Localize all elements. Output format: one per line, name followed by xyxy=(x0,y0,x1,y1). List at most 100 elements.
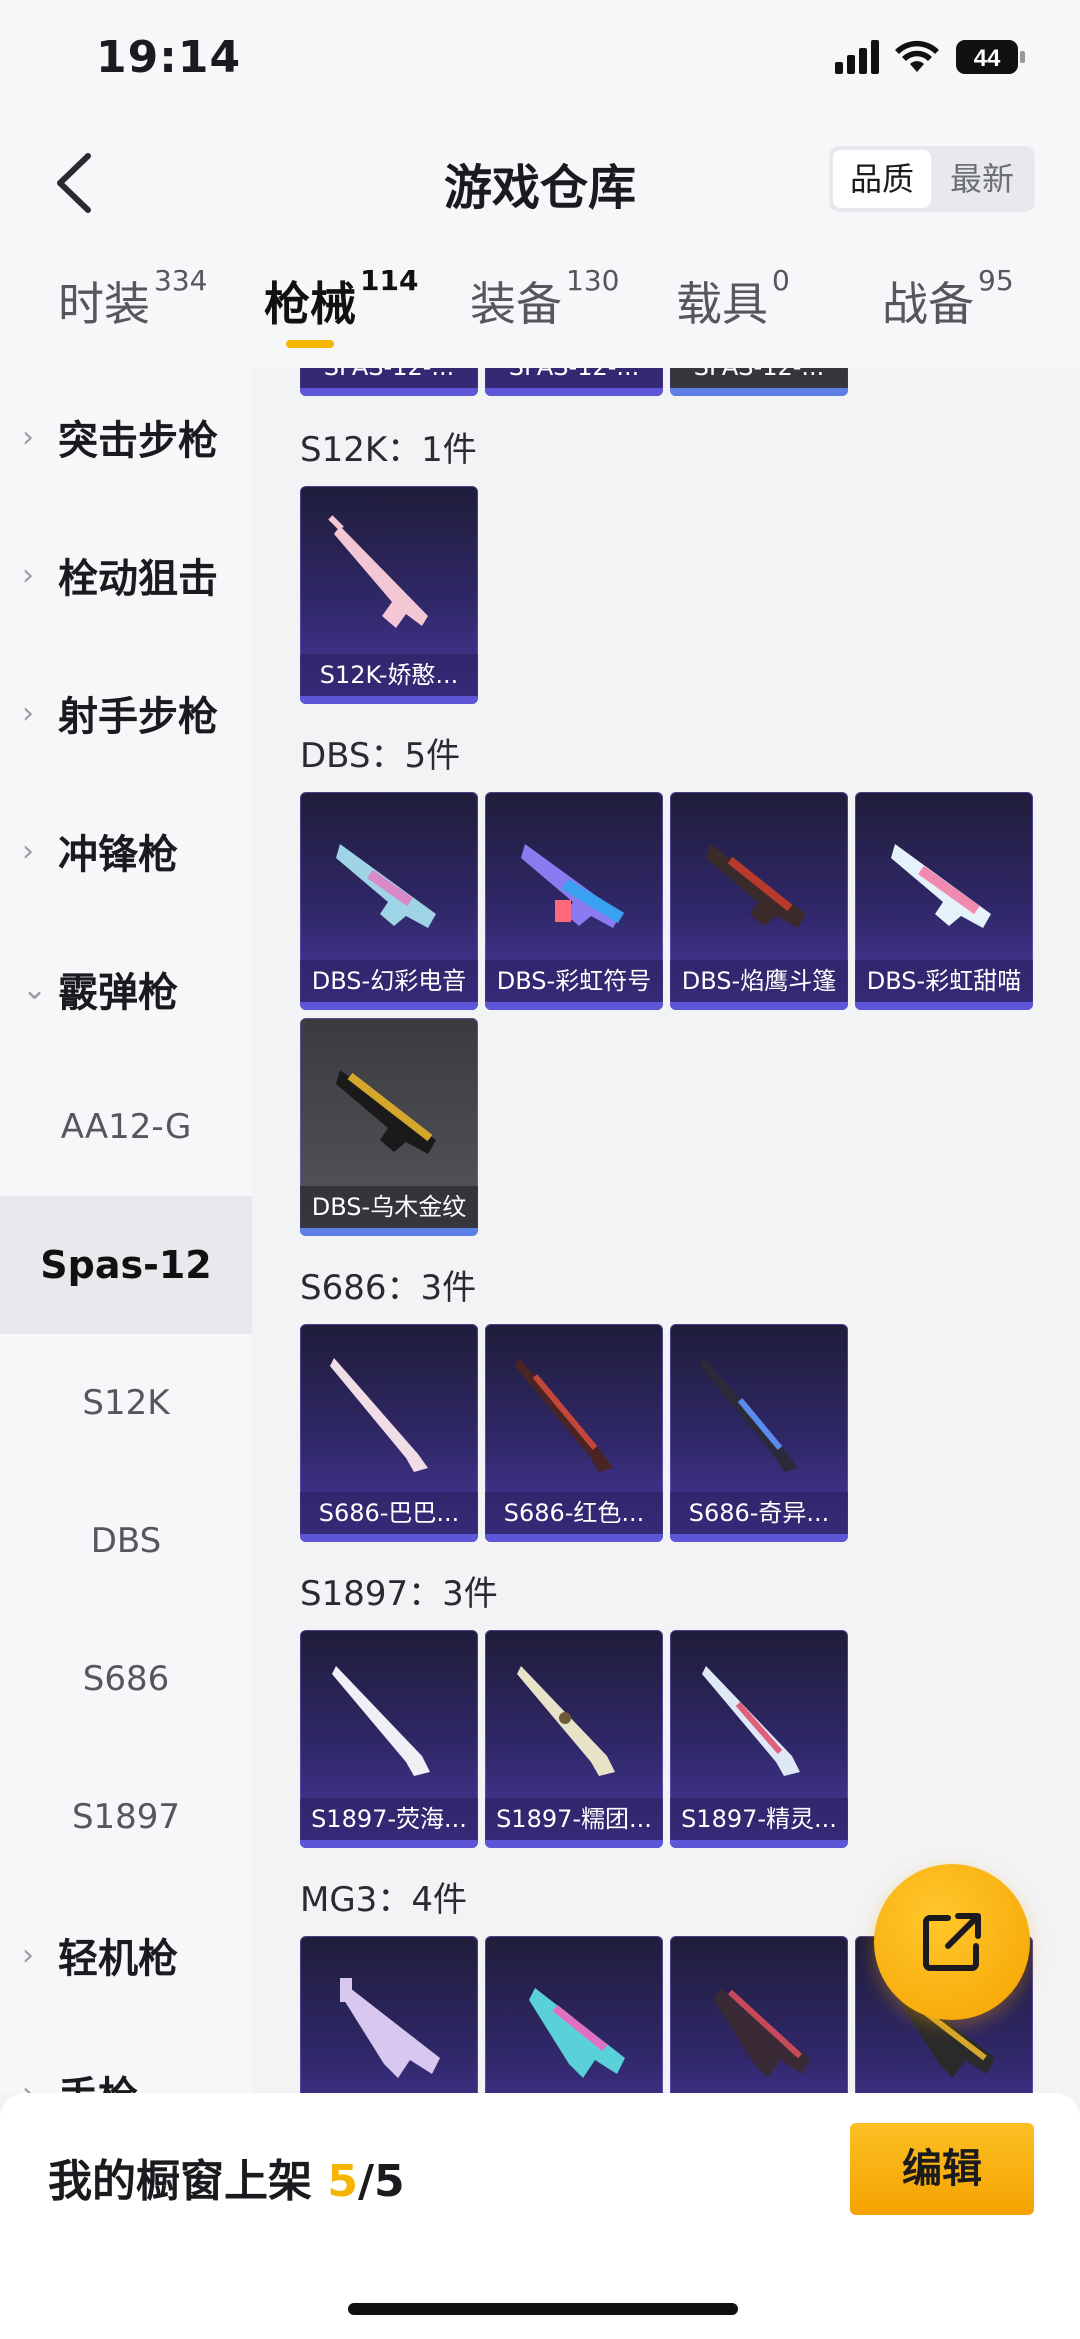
home-indicator xyxy=(348,2303,738,2315)
sidebar-subitem-s12k[interactable]: S12K xyxy=(0,1334,252,1472)
shotgun-skin-image xyxy=(336,844,436,928)
rarity-bar xyxy=(300,1002,478,1010)
shotgun-skin-image xyxy=(706,844,806,928)
skin-card-spas12-3[interactable]: SPAS-12-... xyxy=(670,368,848,396)
skin-card[interactable]: DBS-乌木金纹 xyxy=(300,1018,478,1236)
skin-card-spas12-2[interactable]: SPAS-12-... xyxy=(485,368,663,396)
skin-card[interactable] xyxy=(485,1936,663,2093)
rarity-bar xyxy=(300,1228,478,1236)
header: 游戏仓库 品质 最新 xyxy=(0,120,1080,248)
skin-card[interactable]: DBS-彩虹符号 xyxy=(485,792,663,1010)
sort-newest-button[interactable]: 最新 xyxy=(933,146,1031,212)
showcase-current-count: 5 xyxy=(327,2156,358,2207)
rarity-bar xyxy=(485,1002,663,1010)
showcase-status: 我的橱窗上架 5/5 xyxy=(48,2145,405,2209)
shotgun-skin-image xyxy=(700,1358,798,1472)
shotgun-skin-image xyxy=(891,844,991,928)
chevron-right-icon: › xyxy=(22,419,34,455)
chevron-right-icon: › xyxy=(22,2075,34,2094)
tab-label: 载具 xyxy=(676,277,768,331)
skin-card[interactable] xyxy=(670,1936,848,2093)
skin-card[interactable] xyxy=(300,1936,478,2093)
machine-gun-skin-image xyxy=(529,1988,625,2078)
sidebar-item-marksman[interactable]: › 射手步枪 xyxy=(0,644,252,782)
tab-vehicles[interactable]: 载具 0 xyxy=(676,264,790,338)
section-title-s12k: S12K：1件 xyxy=(300,430,477,470)
chevron-down-icon: ⌄ xyxy=(22,971,48,1007)
sidebar-item-label: 冲锋枪 xyxy=(58,832,178,878)
sidebar-item-lmg[interactable]: › 轻机枪 xyxy=(0,1886,252,2024)
sidebar-subitem-aa12g[interactable]: AA12-G xyxy=(0,1058,252,1196)
share-button[interactable] xyxy=(874,1864,1030,2020)
sidebar-item-assault-rifles[interactable]: › 突击步枪 xyxy=(0,368,252,506)
rarity-bar xyxy=(485,1840,663,1848)
rarity-bar xyxy=(670,388,848,396)
tab-fashion[interactable]: 时装 334 xyxy=(58,264,207,338)
chevron-right-icon: › xyxy=(22,557,34,593)
showcase-label: 我的橱窗上架 xyxy=(48,2156,328,2207)
skin-card[interactable]: S1897-糯团... xyxy=(485,1630,663,1848)
rarity-bar xyxy=(670,1840,848,1848)
chevron-right-icon: › xyxy=(22,1937,34,1973)
skin-card-label: S686-红色... xyxy=(485,1492,663,1534)
tab-count: 334 xyxy=(154,263,208,297)
sort-toggle: 品质 最新 xyxy=(829,146,1035,212)
skin-card-label: SPAS-12-... xyxy=(300,368,478,388)
sort-quality-button[interactable]: 品质 xyxy=(833,150,931,208)
status-bar: 19:14 44 xyxy=(0,0,1080,120)
skin-card-label: S12K-娇憨... xyxy=(300,654,478,696)
tab-equipment[interactable]: 装备 130 xyxy=(470,264,619,338)
sidebar-item-label: 手枪 xyxy=(58,2064,138,2093)
category-tabs: 时装 334 枪械 114 装备 130 载具 0 战备 95 xyxy=(0,248,1080,368)
edit-button[interactable]: 编辑 xyxy=(850,2123,1034,2215)
sidebar-item-shotguns[interactable]: ⌄ 霰弹枪 xyxy=(0,920,252,1058)
skin-card[interactable]: S12K-娇憨... xyxy=(300,486,478,704)
skin-card-label: SPAS-12-... xyxy=(670,368,848,388)
skin-card[interactable]: S1897-精灵... xyxy=(670,1630,848,1848)
share-external-icon xyxy=(923,1913,981,1971)
shotgun-skin-image xyxy=(330,1358,428,1472)
rarity-bar xyxy=(300,1840,478,1848)
machine-gun-skin-image xyxy=(714,1988,810,2078)
skin-card[interactable]: DBS-幻彩电音 xyxy=(300,792,478,1010)
tab-label: 时装 xyxy=(58,277,150,331)
sidebar-subitem-s1897[interactable]: S1897 xyxy=(0,1748,252,1886)
rarity-bar xyxy=(855,1002,1033,1010)
rarity-bar xyxy=(485,1534,663,1542)
tab-supplies[interactable]: 战备 95 xyxy=(882,264,1014,338)
tab-count: 130 xyxy=(566,263,620,297)
section-title-s686: S686：3件 xyxy=(300,1268,477,1308)
sidebar-subitem-s686[interactable]: S686 xyxy=(0,1610,252,1748)
tab-count: 0 xyxy=(772,263,790,297)
tab-label: 枪械 xyxy=(264,277,356,331)
skin-card[interactable]: S1897-荧海... xyxy=(300,1630,478,1848)
rarity-bar xyxy=(300,1534,478,1542)
skin-card[interactable]: DBS-彩虹甜喵 xyxy=(855,792,1033,1010)
skin-card[interactable]: S686-巴巴... xyxy=(300,1324,478,1542)
skin-card-spas12-1[interactable]: SPAS-12-... xyxy=(300,368,478,396)
rarity-bar xyxy=(485,388,663,396)
skin-card[interactable]: S686-奇异... xyxy=(670,1324,848,1542)
sidebar-subitem-spas12[interactable]: Spas-12 xyxy=(0,1196,252,1334)
showcase-total-count: /5 xyxy=(357,2156,405,2207)
skin-card-label: DBS-幻彩电音 xyxy=(300,960,478,1002)
sidebar-item-label: 射手步枪 xyxy=(58,694,218,740)
tab-label: 装备 xyxy=(470,277,562,331)
rarity-bar xyxy=(670,1002,848,1010)
weapon-skin-list: SPAS-12-... SPAS-12-... SPAS-12-... S12K… xyxy=(252,368,1080,2093)
tab-count: 114 xyxy=(360,263,419,297)
sidebar-item-smg[interactable]: › 冲锋枪 xyxy=(0,782,252,920)
shotgun-skin-image xyxy=(515,1358,613,1472)
sidebar-item-pistols[interactable]: › 手枪 xyxy=(0,2024,252,2093)
skin-card[interactable]: S686-红色... xyxy=(485,1324,663,1542)
skin-card-label: S686-巴巴... xyxy=(300,1492,478,1534)
skin-card-label: DBS-焰鹰斗篷 xyxy=(670,960,848,1002)
skin-card-label: DBS-乌木金纹 xyxy=(300,1186,478,1228)
skin-card[interactable]: DBS-焰鹰斗篷 xyxy=(670,792,848,1010)
tab-firearms[interactable]: 枪械 114 xyxy=(264,264,418,348)
sidebar-item-bolt-action[interactable]: › 栓动狙击 xyxy=(0,506,252,644)
sidebar-item-label: 霰弹枪 xyxy=(58,970,178,1016)
sidebar-subitem-dbs[interactable]: DBS xyxy=(0,1472,252,1610)
shotgun-skin-image xyxy=(336,1070,436,1154)
skin-card-label: S686-奇异... xyxy=(670,1492,848,1534)
